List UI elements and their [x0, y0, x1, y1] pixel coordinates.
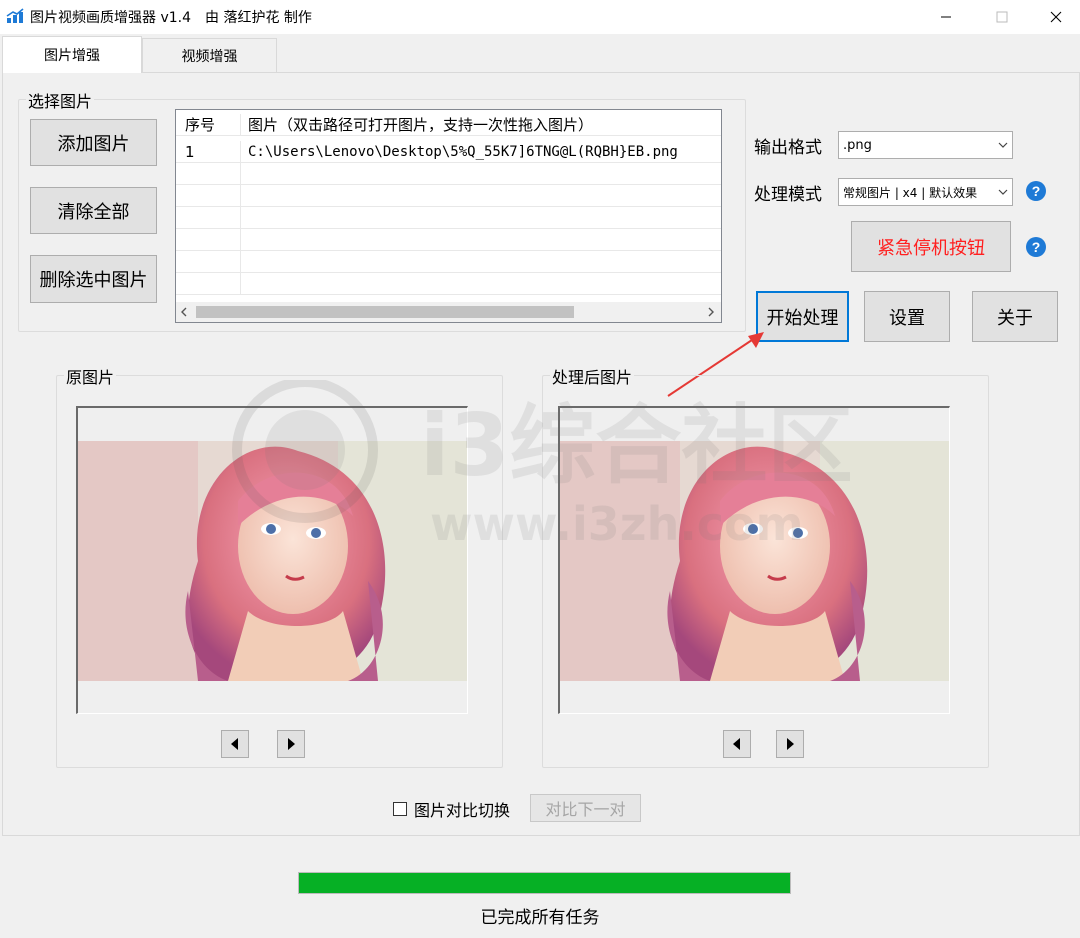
list-empty-row [176, 163, 721, 185]
list-header-index[interactable]: 序号 [176, 114, 241, 135]
triangle-right-icon [787, 738, 794, 750]
output-format-value: .png [843, 137, 872, 153]
original-image-title: 原图片 [64, 364, 117, 388]
app-chart-icon [6, 8, 24, 23]
compare-toggle-checkbox[interactable] [393, 802, 407, 816]
processed-next-button[interactable] [776, 730, 804, 758]
horizontal-scrollbar[interactable] [176, 302, 721, 322]
close-button[interactable] [1030, 0, 1080, 34]
select-images-group-title: 选择图片 [26, 88, 95, 112]
list-item-index: 1 [176, 141, 241, 162]
image-list[interactable]: 序号 图片（双击路径可打开图片，支持一次性拖入图片） 1 C:\Users\Le… [175, 109, 722, 323]
chevron-down-icon [998, 189, 1008, 195]
list-empty-row [176, 273, 721, 295]
original-next-button[interactable] [277, 730, 305, 758]
add-image-button[interactable]: 添加图片 [30, 119, 157, 166]
delete-selected-button[interactable]: 删除选中图片 [30, 255, 157, 303]
portrait-image [78, 441, 467, 681]
processed-photo [560, 441, 949, 681]
compare-next-button[interactable]: 对比下一对 [530, 794, 641, 822]
tab-strip: 图片增强 视频增强 [0, 36, 1080, 73]
triangle-left-icon [733, 738, 740, 750]
scroll-left-icon[interactable] [180, 307, 188, 317]
about-button[interactable]: 关于 [972, 291, 1058, 342]
compare-toggle-label[interactable]: 图片对比切换 [414, 797, 510, 821]
mode-select[interactable]: 常规图片 | x4 | 默认效果 [838, 178, 1013, 206]
original-image-view [76, 406, 468, 714]
tab-image-enhance[interactable]: 图片增强 [2, 36, 142, 73]
processed-image-title: 处理后图片 [550, 364, 635, 388]
clear-all-button[interactable]: 清除全部 [30, 187, 157, 234]
list-header: 序号 图片（双击路径可打开图片，支持一次性拖入图片） [176, 114, 721, 136]
maximize-button [976, 0, 1028, 34]
emergency-stop-button[interactable]: 紧急停机按钮 [851, 221, 1011, 272]
scroll-right-icon[interactable] [707, 307, 715, 317]
progress-fill [299, 873, 790, 893]
output-format-select[interactable]: .png [838, 131, 1013, 159]
mode-value: 常规图片 | x4 | 默认效果 [843, 185, 978, 200]
processed-prev-button[interactable] [723, 730, 751, 758]
list-empty-row [176, 185, 721, 207]
list-empty-row [176, 251, 721, 273]
scrollbar-thumb[interactable] [196, 306, 574, 318]
status-text: 已完成所有任务 [480, 908, 600, 928]
close-icon [1050, 11, 1062, 23]
list-empty-row [176, 207, 721, 229]
window-title: 图片视频画质增强器 v1.4 由 落红护花 制作 [30, 10, 312, 26]
processed-image-view [558, 406, 950, 714]
list-item-path: C:\Users\Lenovo\Desktop\5%Q_55K7]6TNG@L(… [248, 144, 678, 160]
list-item[interactable]: 1 C:\Users\Lenovo\Desktop\5%Q_55K7]6TNG@… [176, 141, 721, 163]
list-empty-row [176, 229, 721, 251]
settings-button[interactable]: 设置 [864, 291, 950, 342]
minimize-icon [941, 16, 951, 18]
minimize-button[interactable] [920, 0, 972, 34]
original-photo [78, 441, 467, 681]
chevron-down-icon [998, 142, 1008, 148]
original-prev-button[interactable] [221, 730, 249, 758]
maximize-icon [996, 11, 1008, 23]
mode-label: 处理模式 [754, 185, 822, 205]
progress-bar [298, 872, 791, 894]
title-bar: 图片视频画质增强器 v1.4 由 落红护花 制作 [0, 0, 1080, 34]
output-format-label: 输出格式 [754, 138, 822, 158]
triangle-left-icon [231, 738, 238, 750]
triangle-right-icon [288, 738, 295, 750]
list-header-path[interactable]: 图片（双击路径可打开图片，支持一次性拖入图片） [242, 114, 593, 135]
mode-help-icon[interactable]: ? [1026, 181, 1046, 201]
tab-video-enhance[interactable]: 视频增强 [142, 38, 277, 73]
stop-help-icon[interactable]: ? [1026, 237, 1046, 257]
app-window: 图片视频画质增强器 v1.4 由 落红护花 制作 图片增强 视频增强 选择图片 … [0, 0, 1080, 938]
portrait-image [560, 441, 949, 681]
